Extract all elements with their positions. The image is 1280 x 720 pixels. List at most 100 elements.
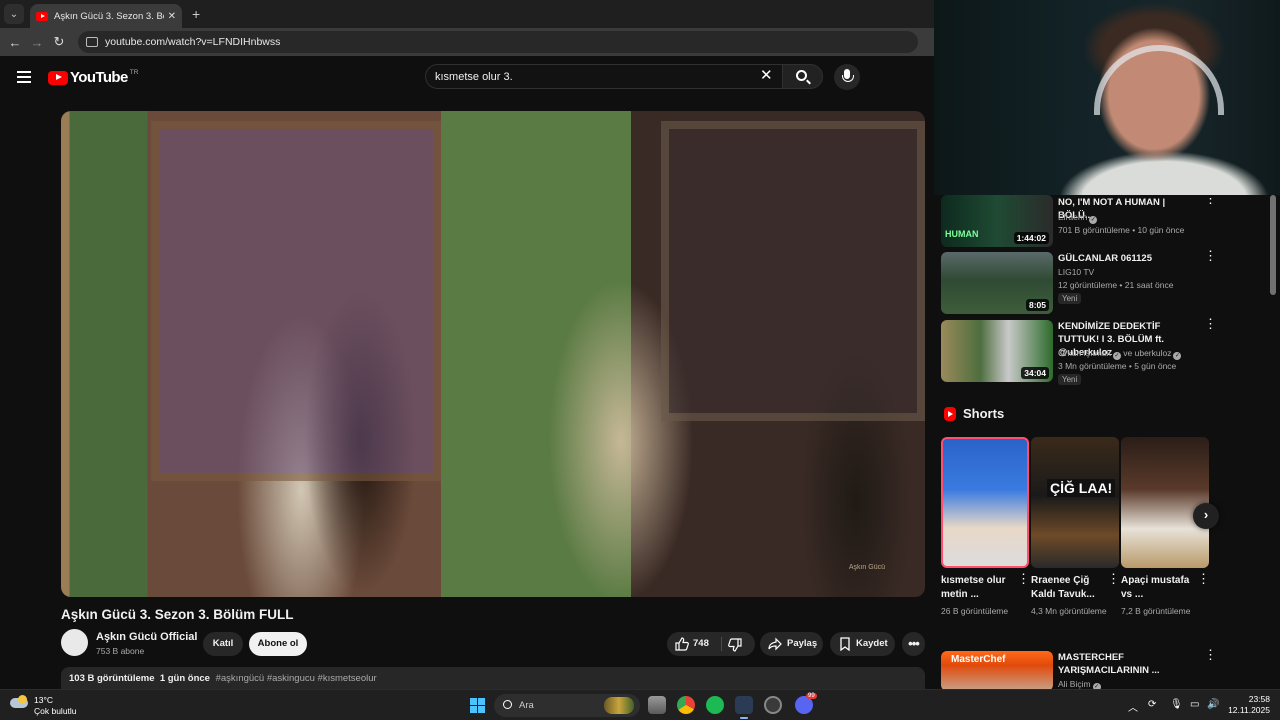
- short-title[interactable]: kısmetse olur metin ...: [941, 574, 1013, 602]
- channel-name[interactable]: Aşkın Gücü Official: [96, 631, 197, 643]
- url-field[interactable]: youtube.com/watch?v=LFNDIHnbwss: [78, 31, 918, 53]
- more-actions-button[interactable]: •••: [902, 632, 925, 656]
- sync-icon[interactable]: ⟳: [1148, 699, 1156, 710]
- close-icon[interactable]: ✕: [168, 11, 176, 22]
- dislike-icon[interactable]: [728, 638, 742, 652]
- forward-arrow-icon[interactable]: →: [26, 35, 48, 50]
- weather-widget[interactable]: 13°C Çok bulutlu: [10, 694, 100, 718]
- collab-channel: ve uberkuloz: [1123, 348, 1172, 358]
- chevron-right-icon[interactable]: ›: [1193, 503, 1219, 529]
- tab-search-button[interactable]: ⌄: [4, 4, 24, 24]
- join-button[interactable]: Katıl: [203, 632, 243, 656]
- video-thumbnail[interactable]: MasterChef: [941, 651, 1053, 689]
- new-tab-icon[interactable]: +: [192, 6, 200, 22]
- search-icon: [796, 70, 807, 81]
- channel-name[interactable]: Elraenn ✓: [1058, 212, 1098, 224]
- video-thumbnail[interactable]: 8:05: [941, 252, 1053, 314]
- thumbnail-overlay-text: MasterChef: [951, 654, 1006, 665]
- video-meta: 3 Mn görüntüleme • 5 gün önce: [1058, 361, 1177, 371]
- windows-start-icon[interactable]: [470, 698, 485, 713]
- shorts-icon: [944, 406, 956, 421]
- taskbar-search[interactable]: Ara: [494, 694, 640, 717]
- video-duration: 8:05: [1025, 299, 1049, 311]
- channel-avatar[interactable]: [61, 629, 88, 656]
- thumbnail-overlay-text: ÇİĞ LAA!: [1047, 479, 1116, 497]
- back-arrow-icon[interactable]: ←: [4, 35, 26, 50]
- reload-icon[interactable]: ↻: [48, 34, 70, 50]
- share-button[interactable]: Paylaş: [760, 632, 823, 656]
- video-title[interactable]: MASTERCHEF YARIŞMACILARININ ...: [1058, 651, 1198, 677]
- display-icon[interactable]: ▭: [1190, 699, 1199, 710]
- microphone-icon[interactable]: 🎙: [1170, 699, 1183, 710]
- short-title[interactable]: Rraenee Çiğ Kaldı Tavuk...: [1031, 574, 1103, 602]
- video-title[interactable]: GÜLCANLAR 061125: [1058, 252, 1198, 265]
- more-options-icon[interactable]: ⋮: [1204, 249, 1217, 262]
- verified-icon: ✓: [1089, 216, 1098, 224]
- save-button[interactable]: Kaydet: [830, 632, 895, 656]
- channel-name[interactable]: Ali Biçim ✓: [1058, 679, 1101, 689]
- spotify-icon[interactable]: [706, 696, 724, 714]
- like-icon[interactable]: [675, 637, 689, 651]
- short-title[interactable]: Apaçi mustafa vs ...: [1121, 574, 1193, 602]
- chrome-icon[interactable]: [677, 696, 695, 714]
- more-options-icon[interactable]: ⋮: [1204, 195, 1217, 205]
- discord-badge: 99: [806, 693, 817, 699]
- channel-name[interactable]: LIG10 TV: [1058, 267, 1094, 277]
- channel-name-text: Elraenn: [1058, 212, 1088, 222]
- like-count: 748: [693, 638, 709, 649]
- more-options-icon[interactable]: ⋮: [1204, 648, 1217, 661]
- video-thumbnail[interactable]: 34:04: [941, 320, 1053, 382]
- video-player[interactable]: Aşkın Gücü: [61, 111, 925, 597]
- chevron-down-icon: ⌄: [9, 8, 19, 20]
- site-info-icon[interactable]: [86, 37, 98, 47]
- voice-search-mic-icon[interactable]: [834, 64, 860, 90]
- short-thumbnail[interactable]: ÇİĞ LAA!: [1031, 437, 1119, 568]
- view-count: 103 B görüntüleme: [69, 673, 155, 684]
- recommendation-item[interactable]: HUMAN 1:44:02 NO, I'M NOT A HUMAN | BÖLÜ…: [941, 195, 1217, 253]
- channel-name[interactable]: Orkun Işıtmak ✓ ve uberkuloz ✓: [1058, 348, 1182, 360]
- youtube-logo[interactable]: YouTube TR: [48, 69, 138, 86]
- short-views: 26 B görüntüleme: [941, 606, 1009, 616]
- subscribe-button[interactable]: Abone ol: [249, 632, 307, 656]
- recommendation-item[interactable]: 8:05 GÜLCANLAR 061125 LIG10 TV 12 görünt…: [941, 249, 1217, 314]
- short-item[interactable]: kısmetse olur metin ... 26 B görüntüleme…: [941, 437, 1030, 618]
- clock-date: 12.11.2025: [1228, 705, 1270, 715]
- more-options-icon[interactable]: ⋮: [1204, 317, 1217, 330]
- more-options-icon[interactable]: ⋮: [1107, 572, 1120, 585]
- search-button[interactable]: [782, 64, 823, 89]
- chevron-up-icon[interactable]: ︿: [1128, 699, 1138, 714]
- sidebar-scrollbar[interactable]: [1270, 195, 1276, 295]
- video-duration: 1:44:02: [1013, 232, 1049, 244]
- search-input[interactable]: kısmetse olur 3.: [425, 64, 782, 89]
- browser-tab[interactable]: Aşkın Gücü 3. Sezon 3. Bölüm F ✕: [30, 4, 182, 28]
- short-item[interactable]: Apaçi mustafa vs ... 7,2 B görüntüleme ⋮: [1121, 437, 1210, 618]
- recommendation-item[interactable]: 34:04 KENDİMİZE DEDEKTİF TUTTUK! l 3. BÖ…: [941, 317, 1217, 385]
- recommendation-item[interactable]: MasterChef MASTERCHEF YARIŞMACILARININ .…: [941, 648, 1217, 689]
- volume-icon[interactable]: 🔊: [1207, 699, 1219, 710]
- shorts-heading: Shorts: [944, 406, 1004, 421]
- channel-name-text: Ali Biçim: [1058, 679, 1091, 689]
- clear-search-icon[interactable]: ✕: [760, 67, 773, 85]
- hashtags[interactable]: #aşkıngücü #askingucu #kısmetseolur: [216, 673, 377, 684]
- short-views: 7,2 B görüntüleme: [1121, 606, 1191, 616]
- video-thumbnail[interactable]: HUMAN 1:44:02: [941, 195, 1053, 247]
- hamburger-menu-icon[interactable]: [17, 71, 31, 83]
- taskbar-search-placeholder: Ara: [519, 700, 534, 711]
- app-icon[interactable]: [764, 696, 782, 714]
- clock[interactable]: 23:58 12.11.2025: [1220, 694, 1270, 716]
- more-options-icon[interactable]: ⋮: [1017, 572, 1030, 585]
- new-badge: Yeni: [1058, 374, 1082, 385]
- short-thumbnail[interactable]: [1121, 437, 1209, 568]
- short-item[interactable]: ÇİĞ LAA! Rraenee Çiğ Kaldı Tavuk... 4,3 …: [1031, 437, 1120, 618]
- short-thumbnail[interactable]: [941, 437, 1029, 568]
- share-icon: [768, 637, 782, 651]
- search-icon: [503, 700, 512, 709]
- more-options-icon[interactable]: ⋮: [1197, 572, 1210, 585]
- weather-description: Çok bulutlu: [34, 706, 77, 716]
- verified-icon: ✓: [1173, 352, 1182, 360]
- task-view-icon[interactable]: [648, 696, 666, 714]
- video-scene-frame: [661, 121, 925, 421]
- obs-app-icon[interactable]: [735, 696, 753, 719]
- description-box[interactable]: 103 B görüntüleme 1 gün önce #aşkıngücü …: [61, 667, 925, 689]
- video-watermark: Aşkın Gücü: [848, 564, 885, 571]
